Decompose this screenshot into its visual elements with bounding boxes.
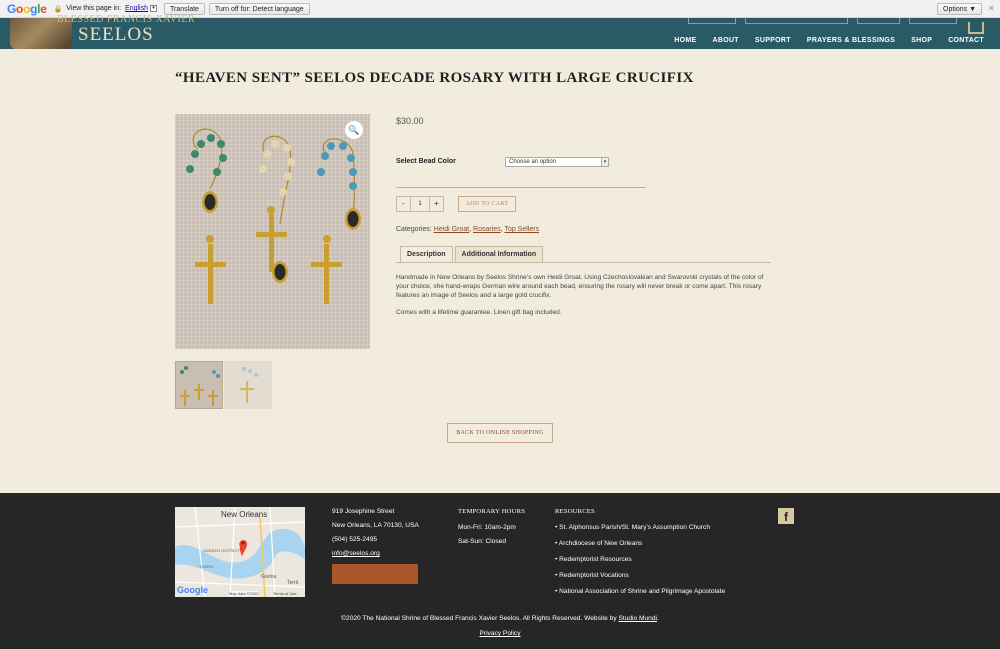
resource-link[interactable]: • Archdiocese of New Orleans (555, 540, 725, 547)
options-button[interactable]: Options ▼ (937, 3, 982, 15)
category-link-top-sellers[interactable]: Top Sellers (504, 226, 539, 233)
description-paragraph: Comes with a lifetime guarantee. Linen g… (396, 309, 562, 316)
product-tabs: Description Additional Information (396, 246, 545, 262)
lock-icon: 🔒 (53, 5, 63, 13)
map-touro-label: TOURO (199, 564, 214, 569)
back-to-shopping-button[interactable]: BACK TO ONLINE SHOPPING (447, 423, 553, 443)
email-link[interactable]: info@seelos.org (332, 550, 380, 557)
turn-off-button[interactable]: Turn off for: Detect language (208, 2, 310, 15)
close-icon[interactable]: × (989, 3, 994, 13)
site-footer: New Orleans GARDEN DISTRICT TOURO Gretna… (0, 493, 1000, 649)
tab-divider (396, 262, 771, 263)
nav-contact[interactable]: CONTACT (948, 37, 984, 44)
nav-prayers-blessings[interactable]: PRAYERS & BLESSINGS (807, 37, 895, 44)
hours-line: Sat-Sun: Closed (458, 538, 507, 545)
donate-button[interactable] (332, 564, 418, 584)
hours-line: Mon-Fri: 10am-2pm (458, 524, 516, 531)
thumbnail-photo (180, 366, 220, 406)
map-attribution: Map data ©2020 (229, 591, 259, 596)
google-map-logo: Google (177, 585, 208, 595)
divider (396, 187, 646, 188)
nav-support[interactable]: SUPPORT (755, 37, 791, 44)
product-title: “HEAVEN SENT” SEELOS DECADE ROSARY WITH … (175, 70, 694, 86)
map-gretna-label: Gretna (261, 574, 277, 580)
translate-prompt: View this page in: (66, 5, 122, 12)
product-price: $30.00 (396, 116, 424, 126)
nav-about[interactable]: ABOUT (713, 37, 739, 44)
nav-shop[interactable]: SHOP (911, 37, 932, 44)
google-logo: Google (7, 1, 47, 16)
variation-label: Select Bead Color (396, 158, 456, 165)
bead-color-value: Choose an option (509, 159, 557, 165)
map-territ-label: Territ (287, 580, 299, 586)
product-description: Handmade in New Orleans by Seelos Shrine… (396, 273, 771, 325)
resource-link[interactable]: • Redemptorist Vocations (555, 572, 725, 579)
zoom-icon[interactable]: 🔍 (345, 121, 363, 139)
bead-color-select[interactable]: Choose an option ▾ (505, 157, 609, 167)
hours-column: TEMPORARY HOURS Mon-Fri: 10am-2pm Sat-Su… (458, 508, 525, 552)
chevron-down-icon[interactable]: ▾ (601, 158, 608, 166)
language-select[interactable]: English (125, 5, 148, 12)
cart-icon[interactable] (968, 22, 984, 34)
nav-home[interactable]: HOME (674, 37, 696, 44)
rosary-photo (186, 128, 361, 304)
map-terms-link[interactable]: Terms of Use (273, 591, 297, 596)
search-box[interactable] (745, 18, 848, 24)
phone-number: (504) 525-2495 (332, 536, 378, 543)
add-to-cart-button[interactable]: ADD TO CART (458, 196, 516, 212)
translate-button[interactable]: Translate (164, 2, 205, 15)
categories-label: Categories: (396, 226, 432, 233)
tab-description[interactable]: Description (400, 246, 453, 262)
map-graphic (175, 507, 305, 597)
quantity-stepper: - 1 + (396, 196, 444, 212)
contact-column: 919 Josephine Street New Orleans, LA 701… (332, 508, 419, 564)
qty-minus-button[interactable]: - (396, 196, 411, 212)
tab-additional-information[interactable]: Additional Information (454, 246, 544, 262)
product-categories: Categories: Heidi Groat, Rosaries, Top S… (396, 226, 540, 233)
main-nav: HOME ABOUT SUPPORT PRAYERS & BLESSINGS S… (658, 37, 984, 44)
category-link-heidi-groat[interactable]: Heidi Groat (434, 226, 469, 233)
site-header: BLESSED FRANCIS XAVIER SEELOS HOME ABOUT… (0, 14, 1000, 49)
top-link-box[interactable] (909, 18, 957, 24)
product-thumbnail[interactable] (224, 361, 272, 409)
hours-heading: TEMPORARY HOURS (458, 508, 526, 515)
thumbnail-photo (240, 367, 258, 403)
resources-heading: RESOURCES (555, 508, 595, 515)
address-line: New Orleans, LA 70130, USA (332, 522, 419, 529)
site-logo[interactable]: SEELOS (78, 24, 154, 46)
location-map[interactable]: New Orleans GARDEN DISTRICT TOURO Gretna… (175, 507, 305, 597)
privacy-row: Privacy Policy (0, 630, 1000, 637)
copyright: ©2020 The National Shrine of Blessed Fra… (341, 615, 659, 622)
studio-mundi-link[interactable]: Studio Mundi (618, 615, 657, 622)
copyright-text: ©2020 The National Shrine of Blessed Fra… (341, 615, 617, 622)
description-paragraph: Handmade in New Orleans by Seelos Shrine… (396, 274, 764, 299)
top-link-box[interactable] (688, 18, 736, 24)
privacy-policy-link[interactable]: Privacy Policy (479, 630, 520, 637)
product-image[interactable]: 🔍 (175, 114, 370, 349)
resources-column: RESOURCES • St. Alphonsus Parish/St. Mar… (555, 508, 725, 604)
product-thumbnail[interactable] (175, 361, 223, 409)
qty-input[interactable]: 1 (410, 196, 430, 212)
facebook-icon[interactable]: f (778, 508, 794, 524)
chevron-down-icon[interactable]: ▾ (150, 5, 157, 12)
resource-link[interactable]: • Redemptorist Resources (555, 556, 725, 563)
resource-link[interactable]: • St. Alphonsus Parish/St. Mary’s Assump… (555, 524, 725, 531)
qty-plus-button[interactable]: + (429, 196, 444, 212)
map-district-label: GARDEN DISTRICT (203, 548, 240, 553)
address-line: 919 Josephine Street (332, 508, 395, 515)
top-link-box[interactable] (857, 18, 900, 24)
resource-link[interactable]: • National Association of Shrine and Pil… (555, 588, 725, 595)
category-link-rosaries[interactable]: Rosaries (473, 226, 501, 233)
map-city-label: New Orleans (221, 510, 268, 519)
